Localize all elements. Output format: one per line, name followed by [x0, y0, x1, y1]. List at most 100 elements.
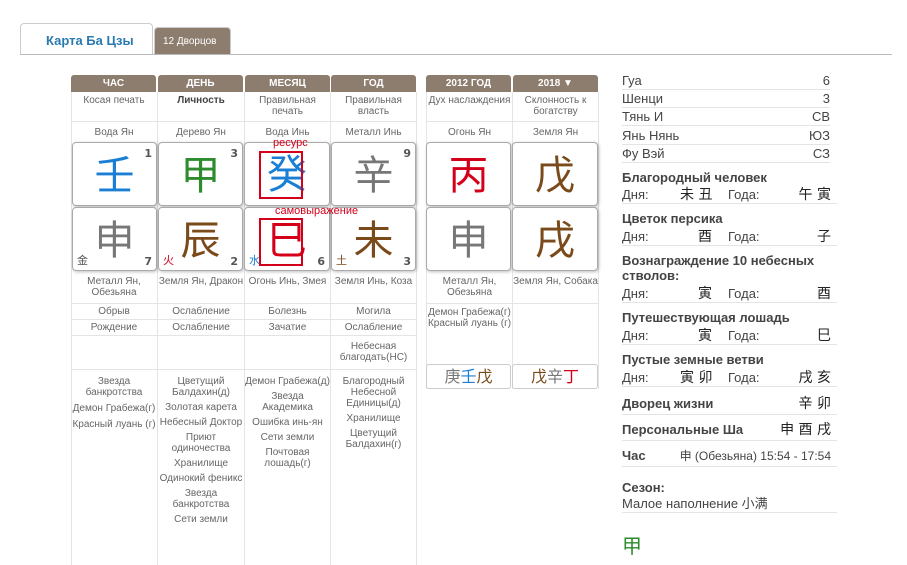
- hidden-stem: 戊: [476, 367, 493, 386]
- hidden-stem: 辛: [546, 367, 563, 386]
- empty-day-value: 寅 卯: [680, 370, 713, 386]
- stem-element-luck: Огонь Ян: [447, 127, 492, 138]
- tab-bazi-chart[interactable]: Карта Ба Цзы: [20, 23, 153, 55]
- branch-box-luck[interactable]: 申: [426, 207, 511, 271]
- life-stage2-day: Ослабление: [158, 322, 244, 336]
- branch-element: 金: [77, 254, 88, 267]
- branch-desc-hour: Металл Ян, Обезьяна: [71, 276, 157, 304]
- star-item: Красный луань (г): [72, 419, 156, 430]
- star-item: Хранилище: [346, 413, 401, 424]
- day-label: Дня:: [622, 370, 649, 385]
- stem-char: 丙: [448, 153, 489, 199]
- ten-god-year: Правильная власть: [331, 95, 416, 122]
- branch-element: 水: [249, 254, 260, 267]
- personal-sha-value: 申 酉 戌: [780, 422, 831, 438]
- life-palace-label: Дворец жизни: [622, 396, 714, 411]
- tab-divider: [20, 54, 892, 55]
- branch-desc-year: Земля Инь, Коза: [331, 276, 416, 304]
- branch-desc-day: Земля Ян, Дракон: [158, 276, 244, 304]
- empty-branches-row: Дня: 寅 卯 Года: 戌 亥: [622, 369, 837, 387]
- shenci-value: 3: [822, 91, 830, 106]
- star-item: Звезда банкротства: [85, 376, 143, 398]
- branch-box-day[interactable]: 辰 火 2: [158, 207, 243, 271]
- reward-row: Дня: 寅 Года: 酉: [622, 285, 837, 303]
- life-stage-hour: Обрыв: [71, 306, 157, 320]
- branch-char: 戌: [535, 218, 575, 264]
- fu-wei-value: СЗ: [812, 146, 830, 161]
- star-item: Цветущий Балдахин(г): [345, 428, 402, 450]
- life-palace-value: 辛 卯: [798, 396, 831, 412]
- fu-wei-label: Фу Вэй: [622, 146, 665, 161]
- star-item: Одинокий феникс: [159, 473, 243, 484]
- star-item: Демон Грабежа(д): [245, 376, 330, 387]
- year-label: Года:: [728, 286, 760, 301]
- year-label: Года:: [728, 187, 760, 202]
- stem-box-hour[interactable]: 壬 1: [72, 142, 157, 206]
- peach-blossom-heading: Цветок персика: [622, 211, 723, 226]
- personal-sha-row: Персональные Ша 申 酉 戌: [622, 421, 837, 441]
- hidden-stems-luck: 庚壬戊: [426, 364, 511, 389]
- header-year-2018-dropdown[interactable]: 2018 ▼: [513, 75, 598, 92]
- stem-box-month[interactable]: 癸: [244, 142, 330, 206]
- stem-char: 甲: [180, 153, 221, 199]
- branch-number: 7: [144, 255, 152, 268]
- stem-box-annual[interactable]: 戊: [512, 142, 598, 206]
- stem-box-year[interactable]: 辛 9: [331, 142, 416, 206]
- stem-element-hour: Вода Ян: [94, 127, 134, 138]
- branch-box-hour[interactable]: 申 金 7: [72, 207, 157, 271]
- year-label: Года:: [728, 370, 760, 385]
- star-item: Приют одиночества: [171, 432, 231, 454]
- empty-branches-heading: Пустые земные ветви: [622, 352, 764, 367]
- life-stage2-year: Ослабление: [331, 322, 416, 336]
- season-label: Сезон:: [622, 480, 665, 495]
- stem-box-luck[interactable]: 丙: [426, 142, 511, 206]
- ten-god-hour: Косая печать: [71, 95, 157, 122]
- stars-year: Благородный Небесной Единицы(д) Хранилищ…: [331, 376, 416, 450]
- highlight-frame: [259, 151, 303, 199]
- branch-desc-luck: Металл Ян, Обезьяна: [427, 276, 512, 304]
- ten-god-day: Личность: [158, 95, 244, 122]
- reward-day-value: 寅: [698, 286, 712, 302]
- gua-label: Гуа: [622, 73, 642, 88]
- noble-person-row: Дня: 未 丑 Года: 午 寅: [622, 186, 837, 204]
- stem-char: 辛: [353, 153, 394, 199]
- gua-value: 6: [822, 73, 830, 88]
- noble-day-value: 未 丑: [680, 187, 713, 203]
- day-label: Дня:: [622, 229, 649, 244]
- peach-day-value: 酉: [698, 229, 712, 245]
- hidden-stem: 戊: [530, 367, 547, 386]
- hour-row: Час 申 (Обезьяна) 15:54 - 17:54: [622, 447, 837, 467]
- yan-nian-value: ЮЗ: [809, 128, 830, 143]
- hour-value: 申 (Обезьяна) 15:54 - 17:54: [679, 449, 831, 463]
- heavenly-grace-year: Небесная благодать(НС): [331, 341, 416, 370]
- header-month: МЕСЯЦ: [245, 75, 330, 92]
- star-item: Небесный Доктор: [159, 417, 243, 428]
- empty-year-value: 戌 亥: [798, 370, 831, 386]
- star-item: Звезда Академика: [262, 391, 313, 413]
- star-item: Благородный Небесной Единицы(д): [342, 376, 405, 409]
- hidden-stem: 庚: [444, 367, 461, 386]
- header-year: ГОД: [331, 75, 416, 92]
- branch-box-annual[interactable]: 戌: [512, 207, 598, 271]
- gua-row: Гуа 6: [622, 72, 830, 90]
- traveling-horse-heading: Путешествующая лошадь: [622, 310, 790, 325]
- stars-month: Демон Грабежа(д) Звезда Академика Ошибка…: [245, 376, 330, 469]
- branch-number: 3: [403, 255, 411, 268]
- tian-yi-row: Тянь И СВ: [622, 108, 830, 126]
- reward-heading: Вознаграждение 10 небесных стволов:: [622, 253, 815, 283]
- shenci-row: Шенци 3: [622, 90, 830, 108]
- day-label: Дня:: [622, 286, 649, 301]
- stem-box-day[interactable]: 甲 3: [158, 142, 243, 206]
- tab-12-palaces[interactable]: 12 Дворцов: [154, 27, 231, 54]
- branch-element: 火: [163, 254, 174, 267]
- ten-god-annual: Склонность к богатству: [513, 95, 598, 122]
- season-value: Малое наполнение 小满: [622, 495, 837, 513]
- column-divider: [598, 92, 599, 389]
- stem-number: 1: [144, 147, 152, 160]
- stem-element-annual: Земля Ян: [532, 127, 579, 138]
- header-day: ДЕНЬ: [158, 75, 243, 92]
- reward-year-value: 酉: [817, 286, 831, 302]
- empty-cell: [245, 340, 330, 370]
- ten-god-month: Правильная печать: [245, 95, 330, 122]
- star-item: Демон Грабежа(г): [72, 403, 156, 414]
